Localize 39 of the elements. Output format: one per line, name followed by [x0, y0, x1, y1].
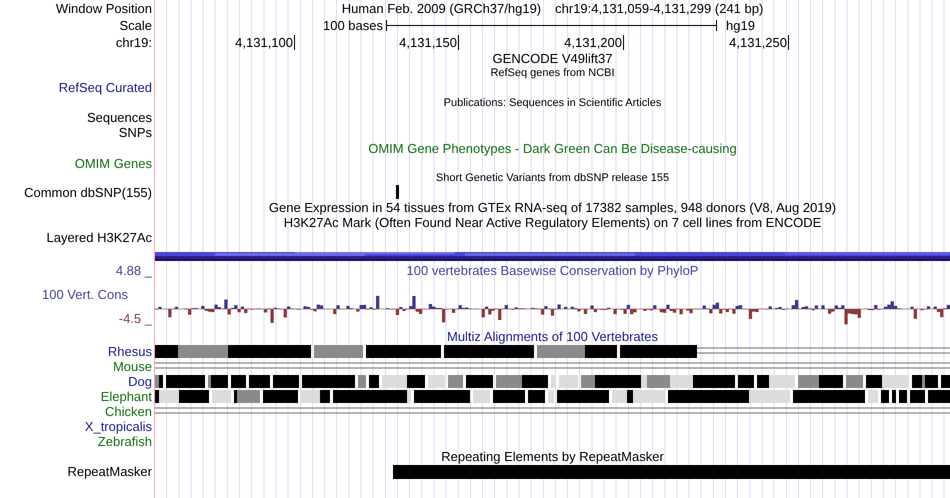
track-label[interactable]: Dog — [128, 374, 152, 388]
scale-length: 100 bases — [322, 18, 384, 33]
track-title: GENCODE V49lift37 — [492, 51, 612, 66]
track-title: Publications: Sequences in Scientific Articles — [444, 96, 662, 108]
ruler-tick-label: 4,131,250 — [729, 35, 788, 50]
track-label[interactable]: 100 Vert. Cons — [42, 286, 128, 302]
track-label[interactable]: X_tropicalis — [84, 418, 152, 434]
track-title: Short Genetic Variants from dbSNP release 155 — [436, 172, 670, 184]
track-title: RefSeq genes from NCBI — [490, 67, 615, 79]
track-title: Multiz Alignments of 100 Vertebrates — [446, 328, 658, 344]
track-label[interactable]: Window Position — [56, 1, 152, 16]
track-label[interactable]: Zebrafish — [98, 434, 152, 448]
axis-max-label: 4.88 _ — [116, 262, 152, 278]
track-title: H3K27Ac Mark (Often Found Near Active Regulatory Elements) on 7 cell lines from ENCODE — [284, 215, 822, 230]
track-title: OMIM Gene Phenotypes - Dark Green Can Be Disease-causing — [368, 140, 737, 156]
track-label[interactable]: Common dbSNP(155) — [24, 185, 152, 200]
track-label[interactable]: chr19: — [116, 35, 152, 50]
track-label[interactable]: OMIM Genes — [74, 156, 152, 171]
track-label[interactable]: Elephant — [100, 388, 152, 404]
ruler-tick-label: 4,131,150 — [399, 35, 458, 50]
ruler-tick-label: 4,131,200 — [564, 35, 623, 50]
scale-assembly: hg19 — [725, 18, 756, 33]
track-label[interactable]: RepeatMasker — [67, 464, 152, 478]
track-label[interactable]: RefSeq Curated — [58, 80, 152, 96]
assembly-name: Human Feb. 2009 (GRCh37/hg19) — [342, 1, 542, 16]
axis-min-label: -4.5 _ — [118, 310, 152, 326]
track-title: Repeating Elements by RepeatMasker — [441, 448, 664, 464]
track-title: Gene Expression in 54 tissues from GTEx RNA-seq of 17382 samples, 948 donors (V8, Aug 2019) — [268, 200, 836, 215]
track-label[interactable]: Scale — [119, 18, 152, 33]
repeat-element-bar[interactable] — [393, 464, 950, 478]
track-label[interactable]: Rhesus — [108, 344, 152, 358]
position-text: chr19:4,131,059-4,131,299 (241 bp) — [555, 1, 764, 16]
track-label[interactable]: Mouse — [112, 358, 152, 374]
track-title: 100 vertebrates Basewise Conservation by PhyloP — [406, 262, 698, 278]
track-label[interactable]: Layered H3K27Ac — [46, 230, 152, 246]
track-label[interactable]: Sequences — [86, 110, 152, 125]
ruler-tick-label: 4,131,100 — [235, 35, 294, 50]
track-label[interactable]: SNPs — [118, 125, 152, 140]
track-label[interactable]: Chicken — [105, 404, 152, 418]
